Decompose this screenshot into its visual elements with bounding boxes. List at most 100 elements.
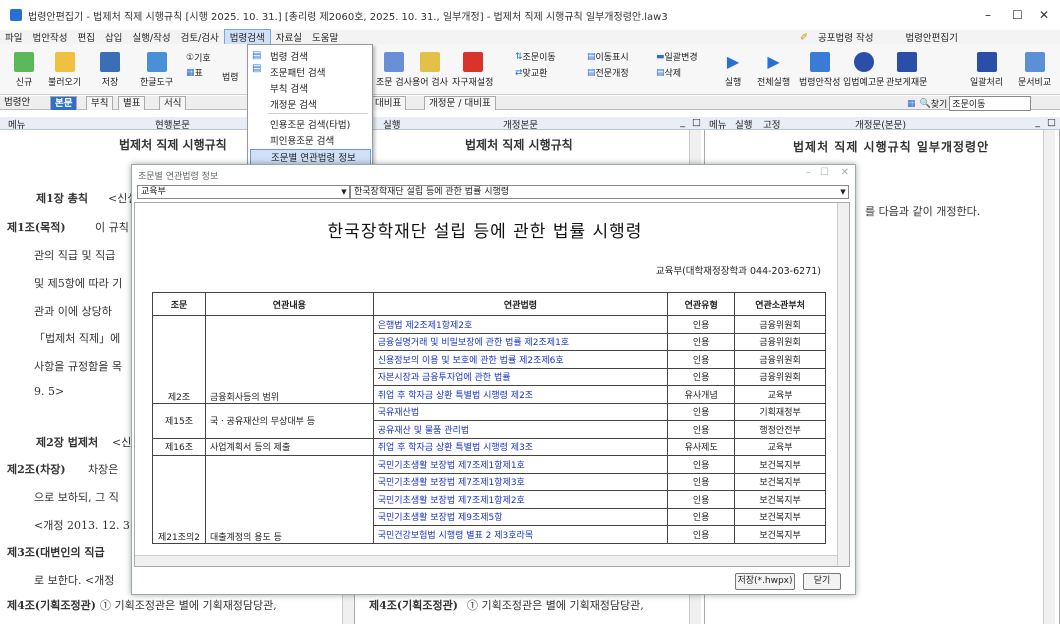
move-icon: ⇅ xyxy=(515,51,523,62)
mid-minimize-button[interactable]: _ xyxy=(680,117,685,128)
right-minimize-button[interactable]: _ xyxy=(1035,117,1040,128)
related-law-link[interactable]: 신용정보의 이용 및 보호에 관한 법률 제2조제6호 xyxy=(372,350,669,369)
menu-item-cited-search[interactable]: 인용조문 검색(타법) xyxy=(270,117,350,131)
matgyo-button[interactable]: ⇄ 맞교환 xyxy=(515,66,547,80)
menu-archive[interactable]: 자료실 xyxy=(271,30,307,44)
menu-item-law-search[interactable]: 법령 검색 xyxy=(270,49,308,63)
maximize-button[interactable]: ☐ xyxy=(1012,8,1023,22)
menu-run[interactable]: 실행/작성 xyxy=(127,30,175,44)
menu-item-pattern-search[interactable]: 조문패턴 검색 xyxy=(270,65,325,79)
full-revise-button[interactable]: ▤ 전문개정 xyxy=(587,66,629,80)
law-button[interactable]: 법령 xyxy=(222,70,239,83)
content-cell: 대출계정의 용도 등 xyxy=(204,455,374,544)
minimize-button[interactable]: – xyxy=(985,8,991,22)
jomun-move-button[interactable]: ⇅ 조문이동 xyxy=(515,50,556,64)
right-menu-button[interactable]: 메뉴 xyxy=(709,117,726,131)
save-icon xyxy=(100,52,120,72)
related-law-link[interactable]: 국민건강보험법 시행령 별표 2 제3호라목 xyxy=(372,525,669,544)
ministry-select[interactable]: 교육부 ▼ xyxy=(137,185,350,199)
term-button[interactable]: 용어 검사 xyxy=(412,52,448,88)
menu-item-revision-search[interactable]: 개정문 검색 xyxy=(270,97,317,111)
run-all-button[interactable]: ▶ 전체실행 xyxy=(757,52,790,88)
law-select[interactable]: 한국장학재단 설립 등에 관한 법률 시행령 ▼ xyxy=(350,185,849,199)
menu-law-search[interactable]: 법령검색 xyxy=(223,29,271,45)
search-doc-icon: ▤ xyxy=(252,50,262,61)
menu-item-related-law[interactable]: 조문별 연관법령 정보 xyxy=(250,149,371,165)
dialog-vscrollbar[interactable] xyxy=(837,203,849,566)
save-hwpx-button[interactable]: 저장(*.hwpx) xyxy=(735,573,795,590)
doc-compare-button[interactable]: 문서비교 xyxy=(1018,52,1051,88)
table-button[interactable]: ▦ 표 xyxy=(186,66,203,80)
related-law-link[interactable]: 국유재산법 xyxy=(372,402,669,421)
swap-icon: ⇄ xyxy=(515,67,523,78)
related-law-link[interactable]: 금융실명거래 및 비밀보장에 관한 법률 제2조제1호 xyxy=(372,332,669,351)
mid-run-button[interactable]: 실행 xyxy=(383,117,400,131)
menu-file[interactable]: 파일 xyxy=(0,30,27,44)
menu-item-appendix-search[interactable]: 부칙 검색 xyxy=(270,81,308,95)
symbol-icon: ① xyxy=(186,52,195,63)
menu-insert[interactable]: 삽입 xyxy=(100,30,127,44)
col-content: 연관내용 xyxy=(204,292,374,316)
related-law-link[interactable]: 국민기초생활 보장법 제9조제5항 xyxy=(372,507,669,526)
tab-body[interactable]: 본문 xyxy=(50,96,78,110)
dialog-hscrollbar[interactable] xyxy=(135,555,837,566)
mid-maximize-button[interactable]: □ xyxy=(692,117,701,128)
gazette-draft-button[interactable]: 공포법령 작성 xyxy=(813,30,878,44)
menu-help[interactable]: 도움말 xyxy=(307,30,343,44)
batch-proc-button[interactable]: 일괄처리 xyxy=(970,52,1003,88)
menu-review[interactable]: 검토/검사 xyxy=(176,30,224,44)
related-law-link[interactable]: 국민기초생활 보장법 제7조제1항제2호 xyxy=(372,490,669,509)
run-button[interactable]: ▶ 실행 xyxy=(723,52,743,88)
article4-heading: 제4조(기획조정관) xyxy=(7,599,96,612)
related-law-link[interactable]: 공유재산 및 물품 관리법 xyxy=(372,420,669,439)
right-run-button[interactable]: 실행 xyxy=(735,117,752,131)
ministry-cell: 행정안전부 xyxy=(734,420,826,439)
dialog-minimize-button[interactable]: – xyxy=(806,167,811,178)
legislation-button[interactable]: 입법예고문 xyxy=(843,52,884,88)
type-cell: 유사개념 xyxy=(667,385,736,404)
gazette-button[interactable]: 관보게재문 xyxy=(886,52,927,88)
menu-item-citing-search[interactable]: 피인용조문 검색 xyxy=(270,133,334,147)
related-law-link[interactable]: 국민기초생활 보장법 제7조제1항제3호 xyxy=(372,472,669,491)
move-show-button[interactable]: ▤ 이동표시 xyxy=(587,50,629,64)
new-button[interactable]: 신규 xyxy=(14,52,34,88)
dialog-close-button[interactable]: 닫기 xyxy=(803,573,841,590)
dialog-maximize-button[interactable]: ☐ xyxy=(820,167,829,178)
right-maximize-button[interactable]: □ xyxy=(1047,117,1056,128)
article3-heading: 제3조(대변인의 직급 xyxy=(7,546,105,559)
type-cell: 인용 xyxy=(667,507,736,526)
related-law-link[interactable]: 취업 후 학자금 상환 특별법 시행령 제2조 xyxy=(372,385,669,404)
related-law-link[interactable]: 은행법 제2조제1항제2호 xyxy=(372,315,669,334)
type-cell: 인용 xyxy=(667,402,736,421)
load-button[interactable]: 불러오기 xyxy=(48,52,81,88)
left-menu-button[interactable]: 메뉴 xyxy=(8,117,25,131)
save-button[interactable]: 저장 xyxy=(100,52,120,88)
hangul-tool-button[interactable]: 한글도구 xyxy=(140,52,173,88)
related-law-dialog: 조문별 연관법령 정보 – ☐ ✕ 교육부 ▼ 한국장학재단 설립 등에 관한 … xyxy=(131,164,856,595)
find-input[interactable]: 조문이동 xyxy=(949,96,1032,111)
tab-revised-compare[interactable]: 개정문 / 대비표 xyxy=(424,96,496,110)
batch-change-button[interactable]: ▬ 일괄변경 xyxy=(656,50,698,64)
right-scrollbar[interactable] xyxy=(1043,130,1055,624)
related-law-link[interactable]: 자본시장과 금융투자업에 관한 법률 xyxy=(372,367,669,386)
menu-bill[interactable]: 법안작성 xyxy=(27,30,72,44)
batch-proc-icon xyxy=(976,52,997,72)
symbol-button[interactable]: ① 기호 xyxy=(186,51,211,65)
tab-form[interactable]: 서식 xyxy=(159,96,187,110)
menu-edit[interactable]: 편집 xyxy=(72,30,99,44)
fix-button[interactable]: 고정 xyxy=(763,117,780,131)
autoset-button[interactable]: 자구재설정 xyxy=(452,52,493,88)
close-button[interactable]: ✕ xyxy=(1039,8,1049,22)
delete-button[interactable]: ▤ 삭제 xyxy=(656,66,681,80)
check-button[interactable]: 조문 검사 xyxy=(376,52,412,88)
law-info-view[interactable]: 한국장학재단 설립 등에 관한 법률 시행령 교육부(대학재정장학과 044-2… xyxy=(134,202,850,567)
chapter2-heading: 제2장 법제처 xyxy=(36,436,99,449)
chevron-down-icon: ▼ xyxy=(341,188,347,196)
tab-law[interactable]: 법령안 xyxy=(0,96,34,110)
related-law-link[interactable]: 취업 후 학자금 상환 특별법 시행령 제3조 xyxy=(372,437,669,456)
related-law-link[interactable]: 국민기초생활 보장법 제7조제1항제1호 xyxy=(372,455,669,474)
draft-button[interactable]: 법령안작성 xyxy=(799,52,840,88)
dialog-close-icon[interactable]: ✕ xyxy=(841,167,849,178)
tab-annex[interactable]: 별표 xyxy=(118,96,146,110)
tab-appendix[interactable]: 부칙 xyxy=(86,96,114,110)
